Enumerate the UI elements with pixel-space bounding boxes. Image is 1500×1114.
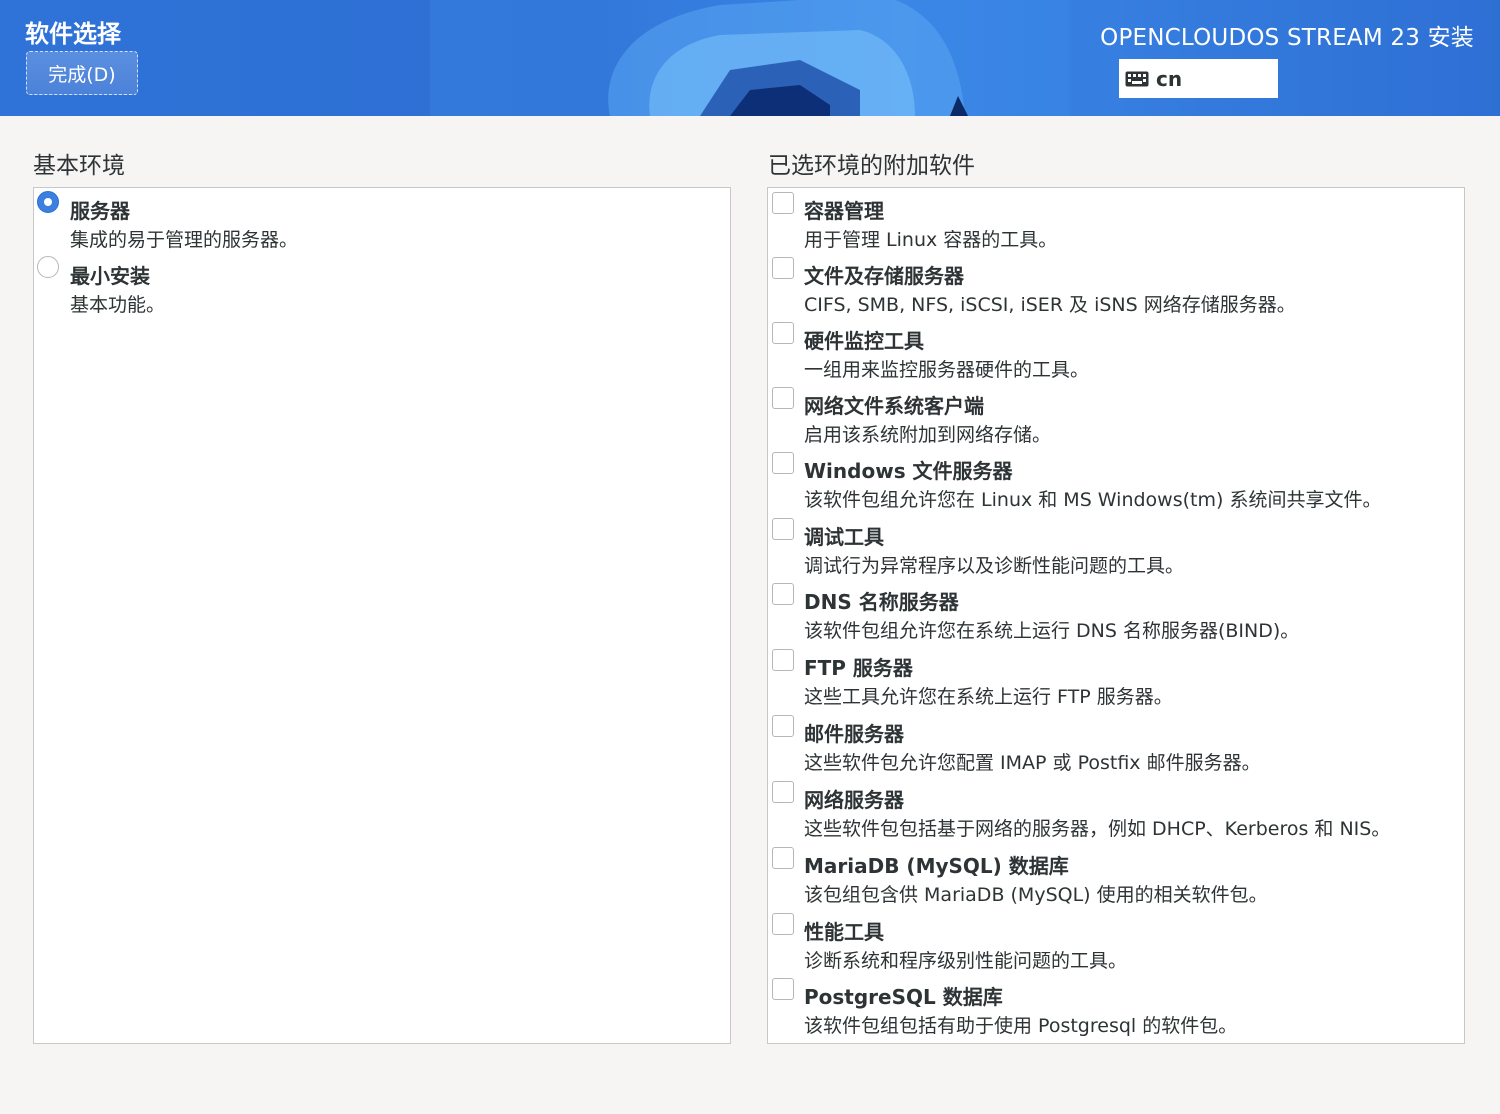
base-environment-list: 服务器 集成的易于管理的服务器。 最小安装 基本功能。 xyxy=(33,187,731,1044)
base-environment-title: 基本环境 xyxy=(33,153,125,179)
addon-name: 网络服务器 xyxy=(804,788,904,812)
environment-description: 基本功能。 xyxy=(70,294,166,316)
addon-description: 一组用来监控服务器硬件的工具。 xyxy=(804,359,1090,381)
checkbox[interactable] xyxy=(772,649,794,671)
addon-description: 该软件包组允许您在系统上运行 DNS 名称服务器(BIND)。 xyxy=(804,620,1300,642)
addon-description: 这些软件包包括基于网络的服务器，例如 DHCP、Kerberos 和 NIS。 xyxy=(804,818,1391,840)
addon-name: FTP 服务器 xyxy=(804,656,913,680)
addon-name: 调试工具 xyxy=(804,525,884,549)
addon-name: 性能工具 xyxy=(804,920,884,944)
keyboard-layout-indicator[interactable]: cn xyxy=(1119,59,1278,98)
addon-description: 调试行为异常程序以及诊断性能问题的工具。 xyxy=(804,555,1185,577)
addon-description: 用于管理 Linux 容器的工具。 xyxy=(804,229,1058,251)
addon-name: 网络文件系统客户端 xyxy=(804,394,984,418)
addon-name: 文件及存储服务器 xyxy=(804,264,964,288)
addon-description: CIFS, SMB, NFS, iSCSI, iSER 及 iSNS 网络存储服… xyxy=(804,294,1296,316)
addon-name: PostgreSQL 数据库 xyxy=(804,985,1003,1009)
addon-name: MariaDB (MySQL) 数据库 xyxy=(804,854,1069,878)
environment-description: 集成的易于管理的服务器。 xyxy=(70,229,299,251)
addons-title: 已选环境的附加软件 xyxy=(768,153,975,179)
page-title: 软件选择 xyxy=(25,20,121,48)
checkbox[interactable] xyxy=(772,847,794,869)
addon-name: Windows 文件服务器 xyxy=(804,459,1013,483)
checkbox[interactable] xyxy=(772,781,794,803)
checkbox[interactable] xyxy=(772,452,794,474)
addon-description: 这些工具允许您在系统上运行 FTP 服务器。 xyxy=(804,686,1173,708)
addon-description: 该包组包含供 MariaDB (MySQL) 使用的相关软件包。 xyxy=(804,884,1268,906)
radio-button[interactable] xyxy=(37,256,59,278)
keyboard-layout-label: cn xyxy=(1156,66,1183,91)
checkbox[interactable] xyxy=(772,913,794,935)
addon-description: 这些软件包允许您配置 IMAP 或 Postfix 邮件服务器。 xyxy=(804,752,1261,774)
done-button[interactable]: 完成(D) xyxy=(26,51,138,95)
product-title: OPENCLOUDOS STREAM 23 安装 xyxy=(1100,25,1474,51)
checkbox[interactable] xyxy=(772,192,794,214)
addon-description: 启用该系统附加到网络存储。 xyxy=(804,424,1052,446)
addon-description: 诊断系统和程序级别性能问题的工具。 xyxy=(804,950,1128,972)
addon-name: 容器管理 xyxy=(804,199,884,223)
checkbox[interactable] xyxy=(772,387,794,409)
checkbox[interactable] xyxy=(772,715,794,737)
addons-list: 容器管理 用于管理 Linux 容器的工具。 文件及存储服务器 CIFS, SM… xyxy=(767,187,1465,1044)
checkbox[interactable] xyxy=(772,257,794,279)
checkbox[interactable] xyxy=(772,978,794,1000)
addon-name: DNS 名称服务器 xyxy=(804,590,959,614)
checkbox[interactable] xyxy=(772,322,794,344)
addon-name: 硬件监控工具 xyxy=(804,329,924,353)
checkbox[interactable] xyxy=(772,583,794,605)
checkbox[interactable] xyxy=(772,518,794,540)
header-bar: 软件选择 完成(D) OPENCLOUDOS STREAM 23 安装 cn xyxy=(0,0,1500,116)
keyboard-icon xyxy=(1125,71,1149,86)
addon-name: 邮件服务器 xyxy=(804,722,904,746)
addon-description: 该软件包组允许您在 Linux 和 MS Windows(tm) 系统间共享文件… xyxy=(804,489,1382,511)
addon-description: 该软件包组包括有助于使用 Postgresql 的软件包。 xyxy=(804,1015,1238,1037)
environment-name: 服务器 xyxy=(70,199,130,223)
environment-name: 最小安装 xyxy=(70,264,150,288)
radio-button[interactable] xyxy=(37,191,59,213)
